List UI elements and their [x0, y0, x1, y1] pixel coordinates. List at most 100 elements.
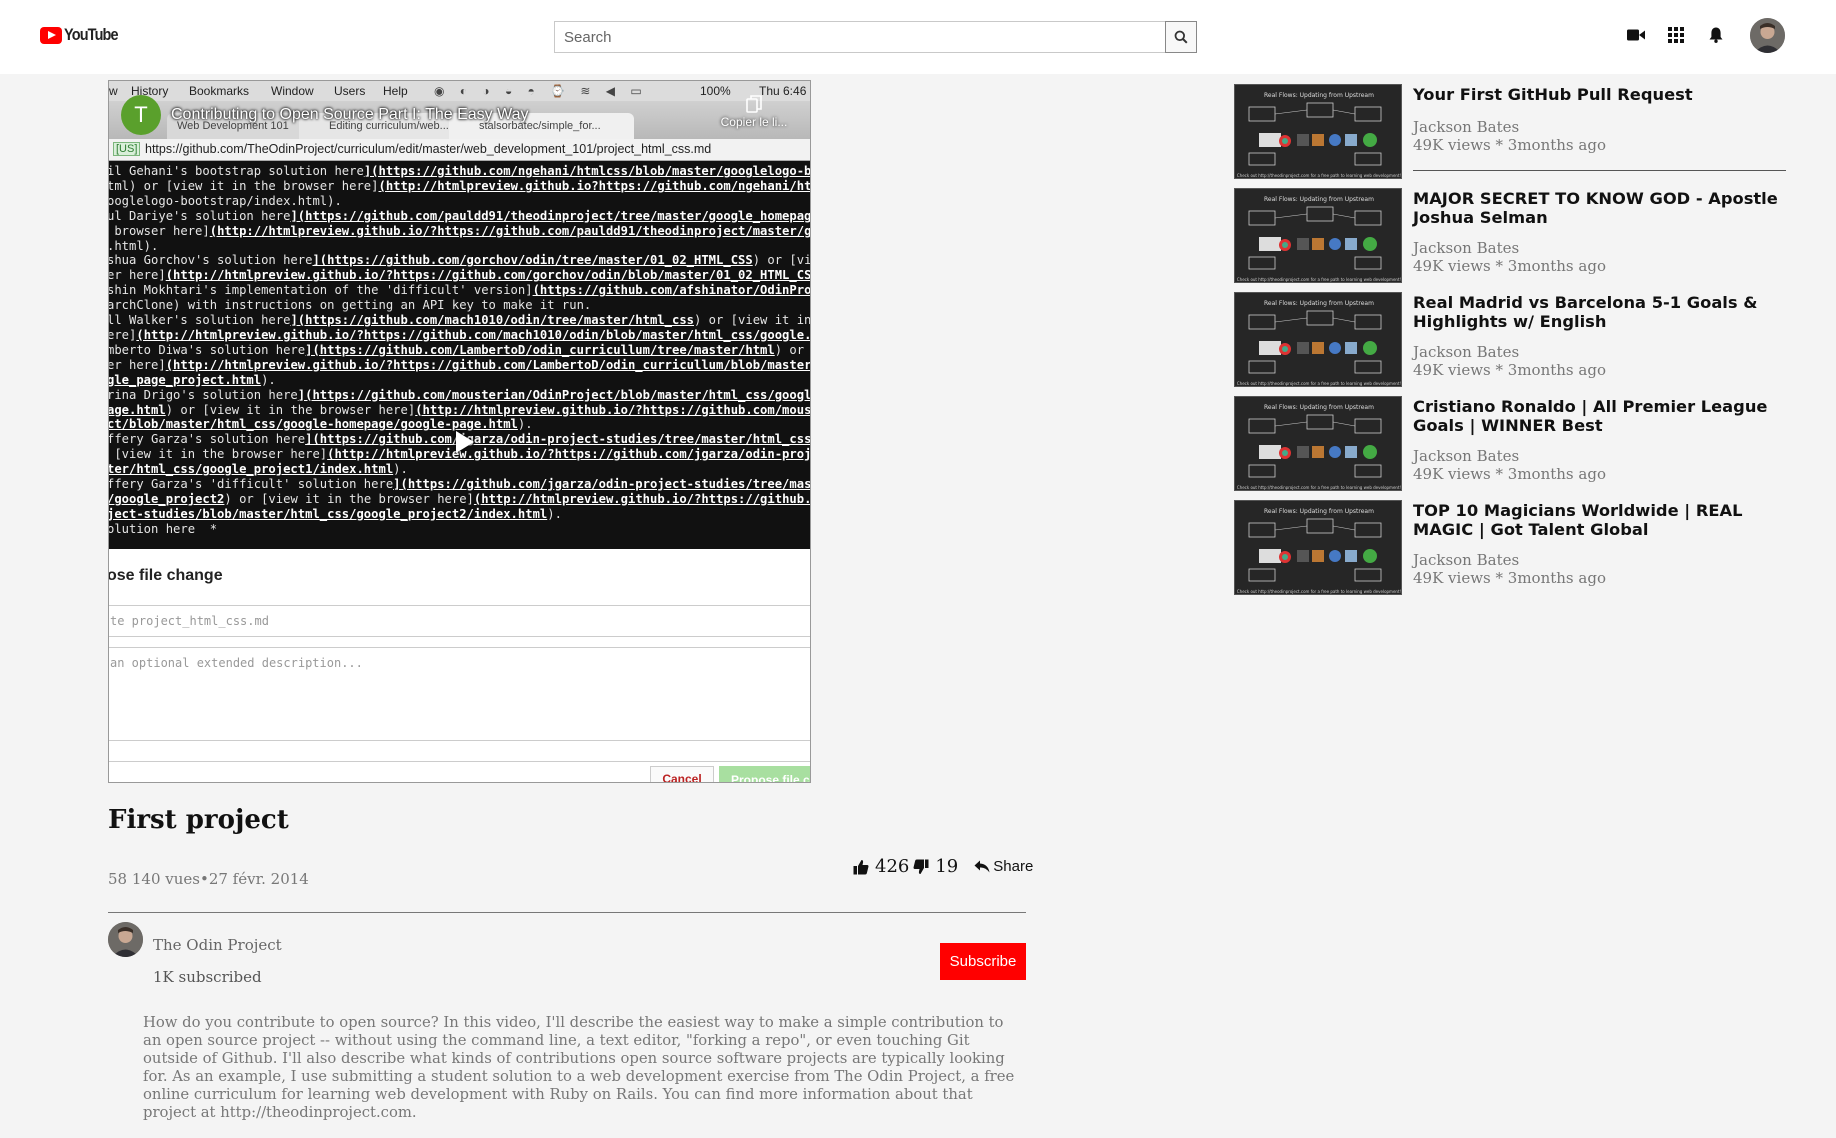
frame-cancel-button: Cancel: [650, 766, 714, 782]
video-thumbnail[interactable]: Real Flows: Updating from Upstream Check …: [1234, 500, 1402, 595]
video-title: First project: [108, 805, 289, 835]
header-actions: [1616, 17, 1785, 53]
share-label: Share: [993, 858, 1034, 875]
play-icon[interactable]: [456, 431, 474, 453]
search-input[interactable]: [554, 21, 1165, 53]
search-bar: [554, 21, 1197, 53]
terminal-segment: ) or [vie: [774, 342, 805, 357]
avatar[interactable]: [1750, 17, 1785, 53]
related-video-channel[interactable]: Jackson Bates: [1413, 118, 1519, 136]
video-description: How do you contribute to open source? In…: [143, 1014, 1015, 1121]
terminal-segment: er here]: [109, 357, 166, 372]
related-video-title[interactable]: Cristiano Ronaldo | All Premier League G…: [1413, 397, 1786, 435]
channel-avatar[interactable]: [108, 922, 143, 957]
video-thumbnail[interactable]: Real Flows: Updating from Upstream Check …: [1234, 188, 1402, 283]
top-header: YouTube: [0, 0, 1836, 74]
channel-letter-avatar[interactable]: T: [121, 95, 161, 135]
terminal-segment: (https://github.com/afshinator/OdinProje…: [532, 283, 810, 298]
like-count: 426: [875, 856, 910, 877]
terminal-segment: tml) or [view it in the browser here]: [109, 178, 379, 193]
apps-grid-icon[interactable]: [1656, 17, 1696, 53]
dislike-count: 19: [935, 856, 959, 877]
thumb-header: Real Flows: Updating from Upstream: [1264, 508, 1374, 515]
terminal-line: shua Gorchov's solution here](https://gi…: [109, 253, 810, 268]
thumb-header: Real Flows: Updating from Upstream: [1264, 404, 1374, 411]
video-actions: 426 19 Share: [853, 856, 1033, 877]
terminal-segment: ](https://github.com/gorchov/odin/tree/m…: [312, 253, 753, 268]
terminal-segment: mberto Diwa's solution here: [109, 342, 306, 357]
terminal-line: age.html) or [view it in the browser her…: [109, 403, 810, 418]
related-video-item[interactable]: Real Flows: Updating from Upstream Check …: [1234, 84, 1786, 179]
channel-name[interactable]: The Odin Project: [153, 936, 282, 954]
video-overlay-header: T Contributing to Open Source Part I: Th…: [121, 95, 529, 135]
terminal-line: tml) or [view it in the browser here](ht…: [109, 179, 810, 194]
subscriber-count: 1K subscribed: [153, 968, 262, 986]
related-video-item[interactable]: Real Flows: Updating from Upstream Check …: [1234, 292, 1786, 387]
info-divider: [108, 912, 1026, 913]
related-video-title[interactable]: Real Madrid vs Barcelona 5-1 Goals & Hig…: [1413, 293, 1786, 331]
bell-icon[interactable]: [1696, 17, 1736, 53]
related-video-channel[interactable]: Jackson Bates: [1413, 343, 1519, 361]
terminal-line: ll Walker's solution here](https://githu…: [109, 313, 810, 328]
terminal-line: ere](http://htmlpreview.github.io/?https…: [109, 328, 810, 343]
thumb-footer: Check out http://theodinproject.com for …: [1237, 381, 1401, 386]
related-video-views: 49K views * 3months ago: [1413, 569, 1606, 587]
url-badge: [US]: [113, 142, 141, 156]
terminal-segment: rina Drigo's solution here: [109, 387, 298, 402]
video-frame-urlbar: [US] https://github.com/TheOdinProject/c…: [109, 139, 810, 161]
video-thumbnail[interactable]: Real Flows: Updating from Upstream Check …: [1234, 292, 1402, 387]
terminal-line: /google_project2) or [view it in the bro…: [109, 492, 810, 507]
video-camera-icon[interactable]: [1616, 17, 1656, 53]
terminal-segment: ](https://github.com/pauldd91/theodinpro…: [290, 208, 810, 223]
terminal-segment: ](https://github.com/mach1010/odin/tree/…: [290, 313, 694, 328]
thumbs-down-icon[interactable]: [913, 859, 929, 875]
related-video-channel[interactable]: Jackson Bates: [1413, 551, 1519, 569]
thumbs-up-icon[interactable]: [853, 859, 869, 875]
terminal-segment: ](https://github.com/mousterian/OdinProj…: [297, 387, 810, 402]
terminal-segment: /google_project2: [109, 491, 225, 506]
terminal-segment: (http://htmlpreview.github.io/?https://g…: [165, 268, 810, 283]
terminal-segment: er here]: [109, 268, 166, 283]
copy-link-button[interactable]: Copier le li...: [709, 95, 799, 129]
logo-text: YouTube: [64, 25, 119, 44]
video-player[interactable]: w History Bookmarks Window Users Help ◉ …: [108, 80, 811, 783]
related-video-channel[interactable]: Jackson Bates: [1413, 447, 1519, 465]
terminal-line: mberto Diwa's solution here](https://git…: [109, 343, 810, 358]
terminal-segment: (http://htmlpreview.github.io/?https://g…: [473, 491, 810, 506]
related-divider: [1413, 170, 1786, 171]
terminal-line: ffery Garza's 'difficult' solution here]…: [109, 477, 810, 492]
related-video-item[interactable]: Real Flows: Updating from Upstream Check …: [1234, 500, 1786, 595]
frame-propose-button: Propose file c: [719, 766, 810, 782]
video-thumbnail[interactable]: Real Flows: Updating from Upstream Check …: [1234, 84, 1402, 179]
video-meta: 58 140 vues•27 févr. 2014: [108, 870, 309, 888]
terminal-segment: ffery Garza's solution here: [109, 432, 306, 447]
share-button[interactable]: Share: [974, 858, 1033, 875]
thumb-footer: Check out http://theodinproject.com for …: [1237, 173, 1401, 178]
related-video-channel[interactable]: Jackson Bates: [1413, 239, 1519, 257]
related-video-views: 49K views * 3months ago: [1413, 257, 1606, 275]
search-button[interactable]: [1165, 21, 1197, 53]
subscribe-button[interactable]: Subscribe: [940, 943, 1026, 980]
form-title: ose file change: [108, 567, 223, 584]
form-input: te project_html_css.md: [109, 605, 810, 637]
overlay-video-title[interactable]: Contributing to Open Source Part I: The …: [171, 106, 529, 124]
terminal-line: il Gehani's bootstrap solution here](htt…: [109, 164, 810, 179]
terminal-segment: shua Gorchov's solution here: [109, 253, 313, 268]
share-icon: [974, 860, 990, 873]
video-thumbnail[interactable]: Real Flows: Updating from Upstream Check …: [1234, 396, 1402, 491]
terminal-segment: ct/blob/master/html_css/google-homepage/…: [109, 417, 518, 432]
terminal-segment: age.html: [109, 402, 166, 417]
related-video-title[interactable]: MAJOR SECRET TO KNOW GOD - Apostle Joshu…: [1413, 189, 1786, 227]
terminal-line: shin Mokhtari's implementation of the 'd…: [109, 283, 810, 298]
youtube-logo[interactable]: YouTube: [40, 24, 127, 46]
terminal-segment: ) or [view it in the browser here]: [224, 491, 474, 506]
related-video-item[interactable]: Real Flows: Updating from Upstream Check …: [1234, 396, 1786, 491]
related-video-item[interactable]: Real Flows: Updating from Upstream Check …: [1234, 188, 1786, 283]
terminal-segment: (http://htmlpreview.github.io?https://gi…: [378, 178, 811, 193]
terminal-segment: (http://htmlpreview.github.io/?https://g…: [165, 357, 810, 372]
terminal-segment: ) or [view it in the browser here]: [165, 402, 416, 417]
related-video-title[interactable]: Your First GitHub Pull Request: [1413, 85, 1786, 104]
related-video-views: 49K views * 3months ago: [1413, 361, 1606, 379]
terminal-segment: ll Walker's solution here: [109, 313, 291, 328]
related-video-title[interactable]: TOP 10 Magicians Worldwide | REAL MAGIC …: [1413, 501, 1786, 539]
